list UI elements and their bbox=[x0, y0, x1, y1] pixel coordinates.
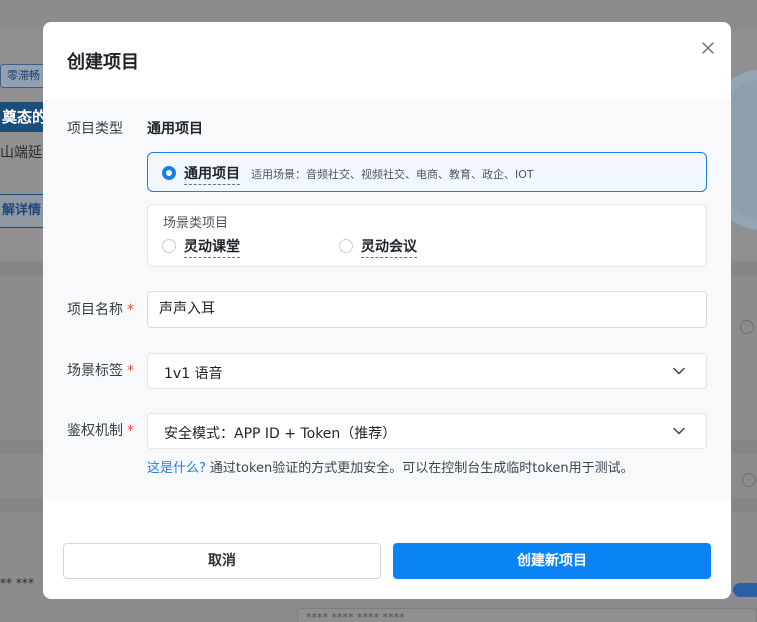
background-masked-text: ** *** bbox=[0, 576, 34, 590]
auth-hint-text: 通过token验证的方式更加安全。可以在控制台生成临时token用于测试。 bbox=[209, 461, 634, 476]
general-project-label: 通用项目 bbox=[184, 163, 240, 185]
required-mark: * bbox=[127, 302, 134, 318]
close-icon bbox=[702, 42, 714, 54]
project-type-value: 通用项目 bbox=[147, 121, 203, 137]
project-type-label: 项目类型 bbox=[67, 118, 123, 138]
auth-mechanism-value: 安全模式：APP ID + Token（推荐） bbox=[164, 426, 397, 442]
general-project-description: 适用场景：音频社交、视频社交、电商、教育、政企、IOT bbox=[251, 168, 534, 181]
smart-meeting-radio[interactable] bbox=[339, 239, 353, 253]
scene-project-group: 场景类项目 灵动课堂 灵动会议 bbox=[147, 204, 707, 267]
scene-tag-label: 场景标签 * bbox=[67, 360, 134, 380]
background-radio bbox=[742, 473, 756, 487]
smart-meeting-label[interactable]: 灵动会议 bbox=[361, 236, 417, 258]
project-name-input[interactable]: 声声入耳 bbox=[147, 291, 707, 328]
auth-hint: 这是什么? 通过token验证的方式更加安全。可以在控制台生成临时token用于测… bbox=[147, 457, 634, 476]
auth-mechanism-label-text: 鉴权机制 bbox=[67, 423, 123, 439]
general-project-option[interactable]: 通用项目 适用场景：音频社交、视频社交、电商、教育、政企、IOT bbox=[147, 152, 707, 192]
required-mark: * bbox=[127, 363, 134, 379]
required-mark: * bbox=[127, 423, 134, 439]
create-project-dialog: 创建项目 项目类型 通用项目 通用项目 适用场景：音频社交、视频社交、电商、教育… bbox=[43, 22, 731, 599]
background-input: **** **** **** **** bbox=[297, 608, 757, 622]
chevron-down-icon bbox=[673, 427, 685, 435]
background-toggle bbox=[733, 583, 757, 597]
scene-tag-label-text: 场景标签 bbox=[67, 363, 123, 379]
close-button[interactable] bbox=[700, 40, 716, 56]
scene-tag-value: 1v1 语音 bbox=[164, 366, 223, 382]
what-is-this-link[interactable]: 这是什么? bbox=[147, 461, 206, 476]
background-details-button: 解详情 bbox=[0, 194, 46, 228]
project-name-label: 项目名称 * bbox=[67, 299, 134, 319]
background-radio bbox=[740, 320, 754, 334]
smart-classroom-label[interactable]: 灵动课堂 bbox=[184, 236, 240, 258]
general-project-radio[interactable] bbox=[162, 166, 176, 180]
project-name-label-text: 项目名称 bbox=[67, 302, 123, 318]
background-tag: 零滞畅 bbox=[0, 64, 47, 88]
create-project-button[interactable]: 创建新项目 bbox=[393, 543, 711, 579]
auth-mechanism-select[interactable]: 安全模式：APP ID + Token（推荐） bbox=[147, 413, 707, 449]
project-type-label-text: 项目类型 bbox=[67, 121, 123, 137]
chevron-down-icon bbox=[673, 367, 685, 375]
smart-classroom-radio[interactable] bbox=[162, 239, 176, 253]
cancel-button[interactable]: 取消 bbox=[63, 543, 381, 579]
scene-project-title: 场景类项目 bbox=[163, 216, 229, 231]
scene-tag-select[interactable]: 1v1 语音 bbox=[147, 353, 707, 389]
auth-mechanism-label: 鉴权机制 * bbox=[67, 420, 134, 440]
dialog-title: 创建项目 bbox=[67, 52, 139, 73]
